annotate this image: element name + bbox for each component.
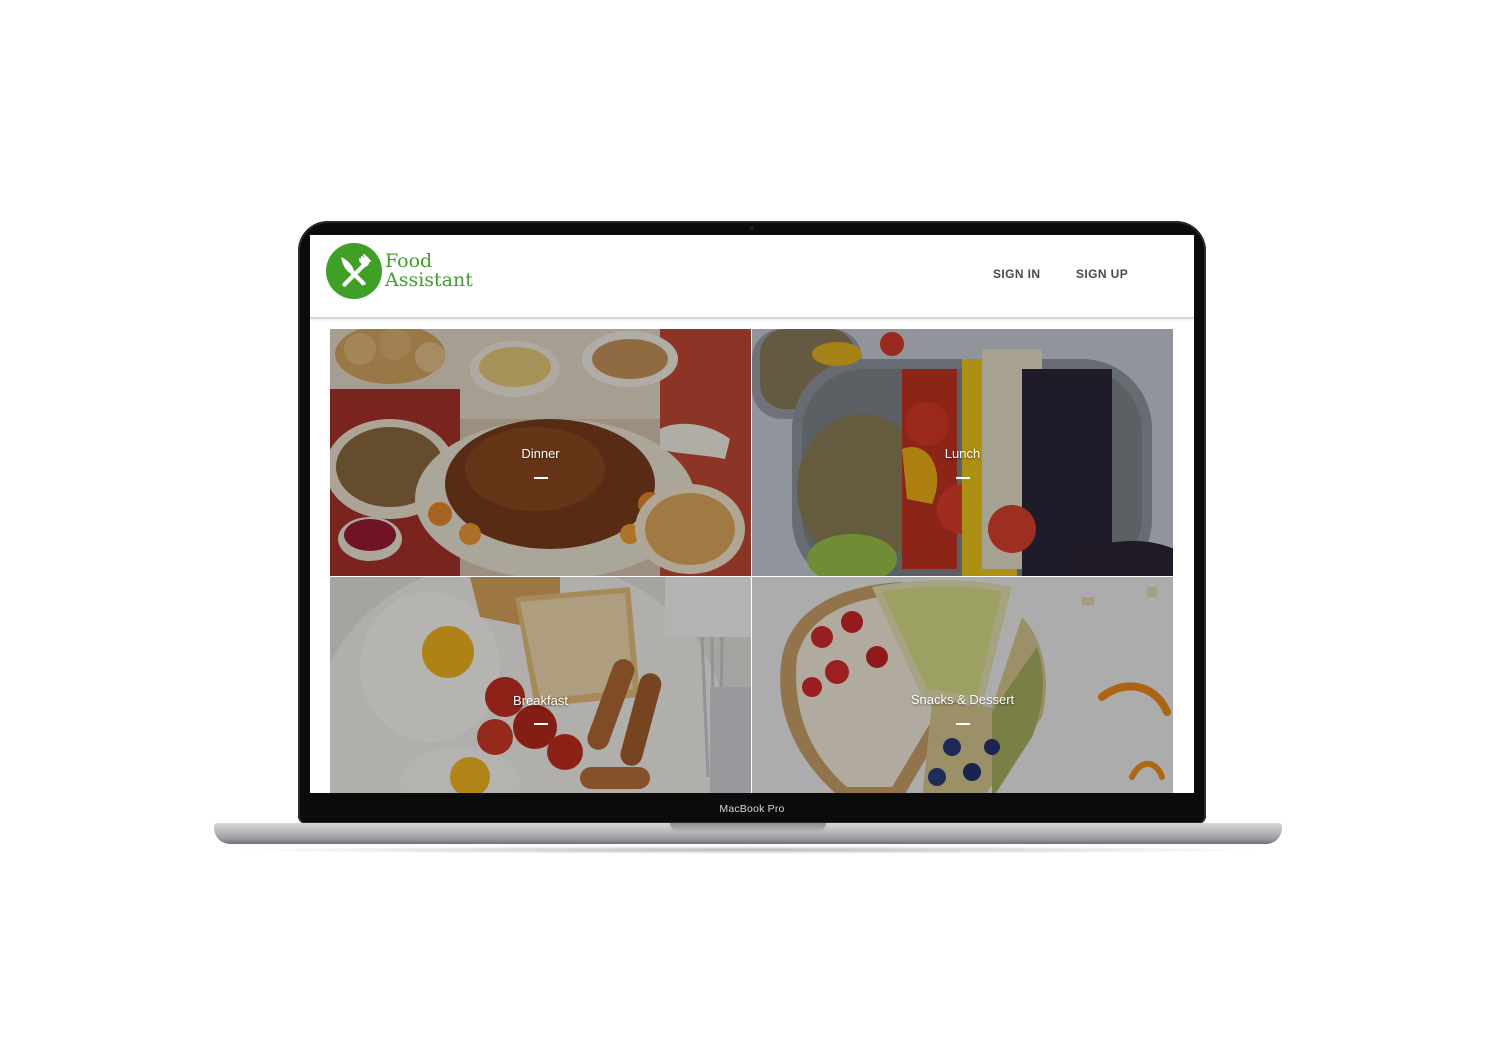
tile-shade: [752, 577, 1173, 793]
sign-in-link[interactable]: SIGN IN: [993, 267, 1040, 281]
category-label-dinner: Dinner: [521, 446, 560, 461]
sign-up-link[interactable]: SIGN UP: [1076, 267, 1128, 281]
label-underline: [533, 477, 548, 479]
tile-shade: [330, 577, 751, 793]
label-underline: [533, 723, 548, 725]
laptop-shadow: [230, 846, 1270, 854]
brand-name[interactable]: Food Assistant: [385, 252, 473, 290]
category-tile-breakfast[interactable]: Breakfast: [330, 577, 751, 793]
category-label-lunch: Lunch: [944, 446, 981, 461]
category-label-snacks-dessert: Snacks & Dessert: [910, 692, 1015, 707]
device-model-label: MacBook Pro: [719, 803, 785, 815]
laptop-base-notch: [670, 823, 826, 832]
fork-knife-icon: [341, 254, 371, 287]
category-tile-dinner[interactable]: Dinner: [330, 329, 751, 576]
label-underline: [955, 477, 970, 479]
camera-dot: [749, 226, 754, 231]
category-grid: Dinner Lunch Breakfast Snacks & Dessert: [330, 329, 1173, 793]
category-tile-lunch[interactable]: Lunch: [752, 329, 1173, 576]
logo[interactable]: [326, 243, 382, 299]
mockup-stage: Food Assistant SIGN IN SIGN UP Dinner Lu…: [0, 0, 1500, 1038]
category-label-breakfast: Breakfast: [513, 693, 568, 708]
site-header: Food Assistant SIGN IN SIGN UP: [310, 235, 1194, 319]
laptop-screen: Food Assistant SIGN IN SIGN UP Dinner Lu…: [310, 235, 1194, 793]
category-tile-snacks-dessert[interactable]: Snacks & Dessert: [752, 577, 1173, 793]
brand-name-line2: Assistant: [385, 269, 473, 291]
label-underline: [955, 723, 970, 725]
